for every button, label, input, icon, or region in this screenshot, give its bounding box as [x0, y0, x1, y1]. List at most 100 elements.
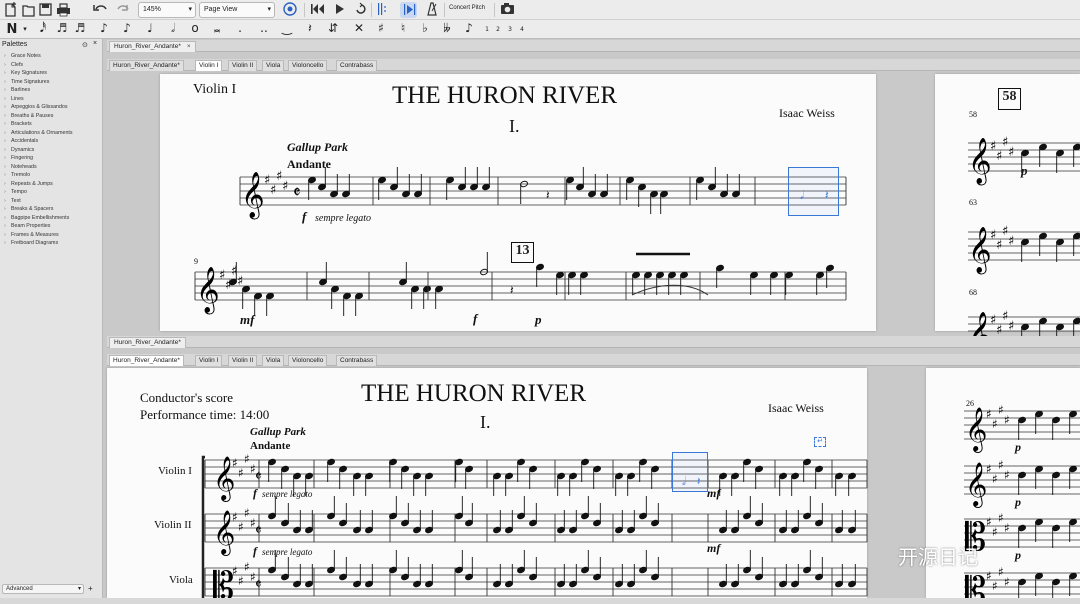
palette-item[interactable]: › Time Signatures — [4, 79, 49, 85]
palette-item[interactable]: › Articulations & Ornaments — [4, 130, 73, 136]
palette-item[interactable]: › Tremolo — [4, 172, 30, 178]
workspace-dropdown[interactable]: Advanced ▾ — [2, 584, 84, 594]
palette-item[interactable]: › Arpeggios & Glissandos — [4, 104, 68, 110]
double-sharp-icon[interactable]: ✕ — [352, 20, 366, 37]
sharp-icon: ♯ — [244, 452, 250, 466]
palette-item[interactable]: › Bagpipe Embellishments — [4, 215, 69, 221]
palette-item[interactable]: › Accidentals — [4, 138, 38, 144]
line-break-icon[interactable]: ↵ — [814, 437, 826, 447]
pan-score-icon[interactable] — [400, 2, 417, 18]
palette-item[interactable]: › Fretboard Diagrams — [4, 240, 58, 246]
whole-note-icon[interactable]: o — [188, 20, 202, 37]
thirty-second-note-icon[interactable]: ♬ — [55, 20, 69, 37]
metronome-icon[interactable] — [427, 2, 437, 16]
sixty-fourth-note-icon[interactable]: 𝅘𝅥𝅰 — [36, 20, 50, 37]
score-page[interactable]: Conductor's score Performance time: 14:0… — [107, 368, 868, 604]
rewind-icon[interactable] — [311, 4, 324, 14]
sixteenth-note-icon[interactable]: ♬ — [73, 20, 87, 37]
palette-item[interactable]: › Dynamics — [4, 147, 34, 153]
selected-measure[interactable] — [672, 452, 708, 492]
part-tab-contrabass[interactable]: Contrabass — [336, 355, 378, 366]
save-icon[interactable] — [39, 3, 52, 16]
undock-icon[interactable]: ⊙ — [82, 41, 88, 49]
palette-item[interactable]: › Clefs — [4, 62, 23, 68]
file-tab[interactable]: Huron_River_Andante* — [109, 337, 186, 348]
part-tab-violin-ii[interactable]: Violin II — [228, 355, 258, 366]
palette-item[interactable]: › Key Signatures — [4, 70, 47, 76]
palette-item[interactable]: › Frames & Measures — [4, 232, 59, 238]
score-page[interactable]: Violin I THE HURON RIVER I. Isaac Weiss … — [160, 74, 876, 360]
close-icon[interactable]: × — [93, 40, 97, 47]
part-tab-viola[interactable]: Viola — [262, 60, 285, 71]
chevron-down-icon[interactable]: ▾ — [20, 21, 30, 38]
palette-item[interactable]: › Lines — [4, 96, 24, 102]
part-tab-score[interactable]: Huron_River_Andante* — [109, 60, 184, 71]
half-note-icon[interactable]: 𝅗𝅥 — [166, 20, 180, 37]
new-file-icon[interactable] — [5, 2, 16, 17]
redo-icon[interactable] — [117, 5, 129, 11]
voice-1-button[interactable]: 1 — [483, 21, 491, 38]
view-mode-dropdown[interactable]: Page View ▾ — [199, 2, 275, 18]
double-whole-note-icon[interactable]: 𝅜 — [210, 20, 224, 37]
eighth-note-icon[interactable]: ♪ — [97, 20, 111, 37]
flat-icon[interactable]: ♭ — [418, 20, 432, 37]
close-icon[interactable]: × — [187, 43, 191, 50]
tie-icon[interactable]: ‿ — [280, 20, 294, 37]
palette-item[interactable]: › Fingering — [4, 155, 33, 161]
part-tab-contrabass[interactable]: Contrabass — [336, 60, 378, 71]
mixer-icon[interactable] — [283, 2, 297, 16]
chevron-right-icon: › — [4, 78, 6, 85]
part-tab-violoncello[interactable]: Violoncello — [288, 60, 328, 71]
double-dot-icon[interactable]: .. — [257, 20, 271, 37]
play-repeats-icon[interactable] — [378, 3, 386, 15]
note-input-mode-icon[interactable]: N — [4, 21, 20, 38]
add-workspace-button[interactable]: + — [88, 584, 93, 594]
sharp-icon: ♯ — [986, 515, 992, 529]
palette-item[interactable]: › Grace Notes — [4, 53, 41, 59]
zoom-dropdown[interactable]: 145% ▾ — [138, 2, 196, 18]
play-icon[interactable] — [336, 4, 344, 14]
palette-item[interactable]: › Barlines — [4, 87, 30, 93]
score-page-next[interactable]: 58 58 63 68 p 𝄞 ♯ ♯ ♯ ♯ 𝄞 ♯ ♯ ♯ ♯ 𝄞 ♯ ♯ ♯ ♯ — [935, 74, 1080, 360]
palette-item[interactable]: › Brackets — [4, 121, 32, 127]
chevron-right-icon: › — [4, 53, 6, 59]
loop-icon[interactable] — [356, 2, 366, 14]
chevron-right-icon: › — [4, 70, 6, 76]
part-tab-violin-i[interactable]: Violin I — [195, 355, 223, 366]
print-icon[interactable] — [57, 3, 70, 17]
part-tab-score[interactable]: Huron_River_Andante* — [109, 355, 184, 366]
sharp-icon[interactable]: ♯ — [374, 20, 388, 37]
palette-item[interactable]: › Text — [4, 198, 21, 204]
open-folder-icon[interactable] — [22, 5, 35, 17]
eighth-note-icon-2[interactable]: ♪ — [120, 20, 134, 37]
quarter-note-icon[interactable]: ♩ — [143, 20, 157, 37]
palette-item[interactable]: › Tempo — [4, 189, 27, 195]
natural-icon[interactable]: ♮ — [396, 20, 410, 37]
voice-4-button[interactable]: 4 — [518, 21, 526, 38]
selected-measure[interactable] — [788, 167, 839, 216]
part-tab-violin-i[interactable]: Violin I — [195, 60, 223, 71]
palette-item[interactable]: › Breaks & Spacers — [4, 206, 53, 212]
flip-direction-icon[interactable]: ⇵ — [326, 20, 340, 37]
image-capture-icon[interactable] — [501, 3, 514, 14]
chevron-right-icon: › — [4, 231, 6, 238]
file-tab[interactable]: Huron_River_Andante* × — [109, 41, 196, 52]
part-tab-viola[interactable]: Viola — [262, 355, 285, 366]
voice-3-button[interactable]: 3 — [506, 21, 514, 38]
concert-pitch-button[interactable]: Concert Pitch — [449, 5, 485, 11]
undo-icon[interactable] — [93, 5, 107, 11]
palette-item[interactable]: › Breaths & Pauses — [4, 113, 53, 119]
part-tab-violoncello[interactable]: Violoncello — [288, 355, 328, 366]
sharp-icon: ♯ — [998, 565, 1004, 579]
flip-note-icon[interactable]: ♪ — [462, 20, 476, 37]
augmentation-dot-icon[interactable]: . — [233, 20, 247, 37]
palette-item[interactable]: › Beam Properties — [4, 223, 50, 229]
palette-item[interactable]: › Noteheads — [4, 164, 37, 170]
sharp-icon: ♯ — [1008, 145, 1014, 160]
palette-item[interactable]: › Repeats & Jumps — [4, 181, 53, 187]
rest-icon[interactable]: 𝄽 — [303, 20, 317, 37]
voice-2-button[interactable]: 2 — [494, 21, 502, 38]
top-score-pane: Huron_River_Andante* × Huron_River_Andant… — [107, 40, 1080, 360]
part-tab-violin-ii[interactable]: Violin II — [228, 60, 258, 71]
double-flat-icon[interactable]: 𝄫 — [440, 20, 454, 37]
